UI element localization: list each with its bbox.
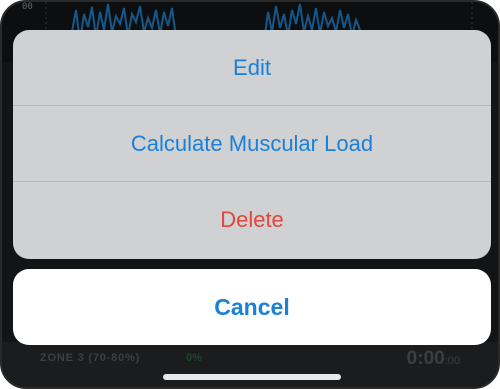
edit-button[interactable]: Edit xyxy=(13,30,491,106)
phone-screen: 00 ZONE 3 (70-80%) 0% 0:00:00 Edit Calcu… xyxy=(0,0,500,389)
delete-button[interactable]: Delete xyxy=(13,182,491,258)
action-sheet: Edit Calculate Muscular Load Delete xyxy=(13,30,491,259)
cancel-button[interactable]: Cancel xyxy=(13,269,491,345)
calculate-muscular-load-button[interactable]: Calculate Muscular Load xyxy=(13,106,491,182)
home-indicator[interactable] xyxy=(163,374,341,380)
